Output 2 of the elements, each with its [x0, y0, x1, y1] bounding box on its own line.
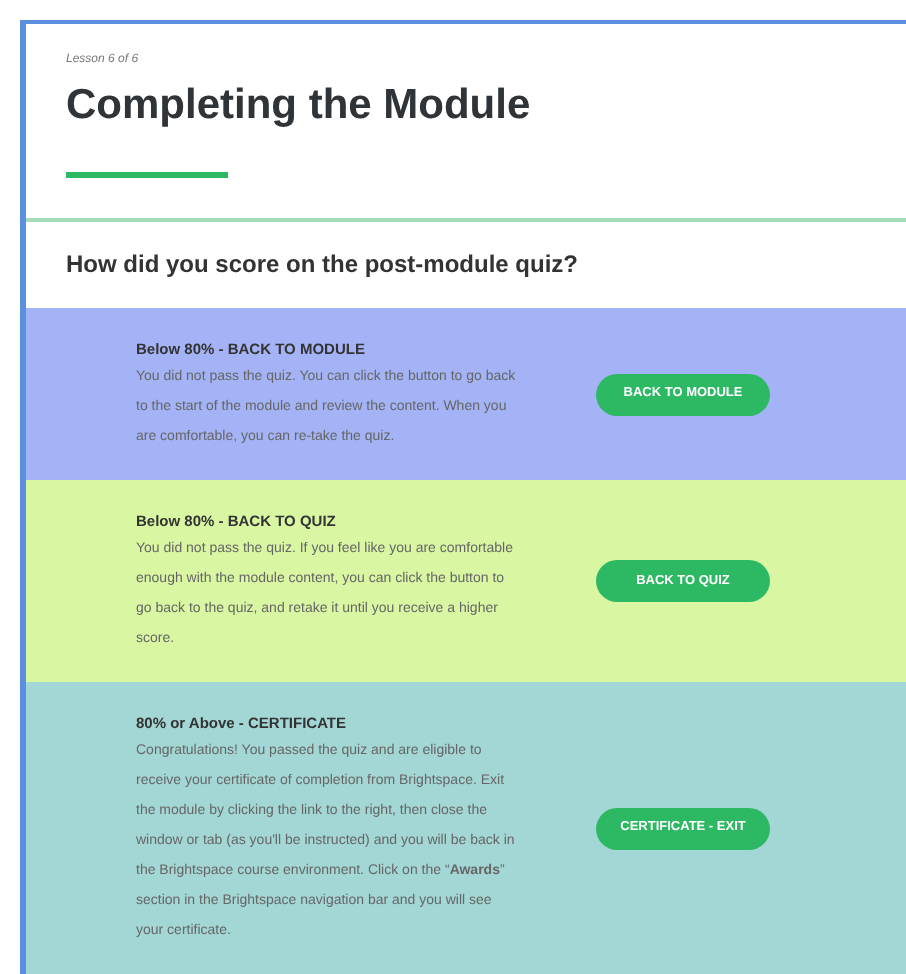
section-question: How did you score on the post-module quiz? [66, 248, 578, 283]
page-title: Completing the Module [66, 80, 533, 132]
